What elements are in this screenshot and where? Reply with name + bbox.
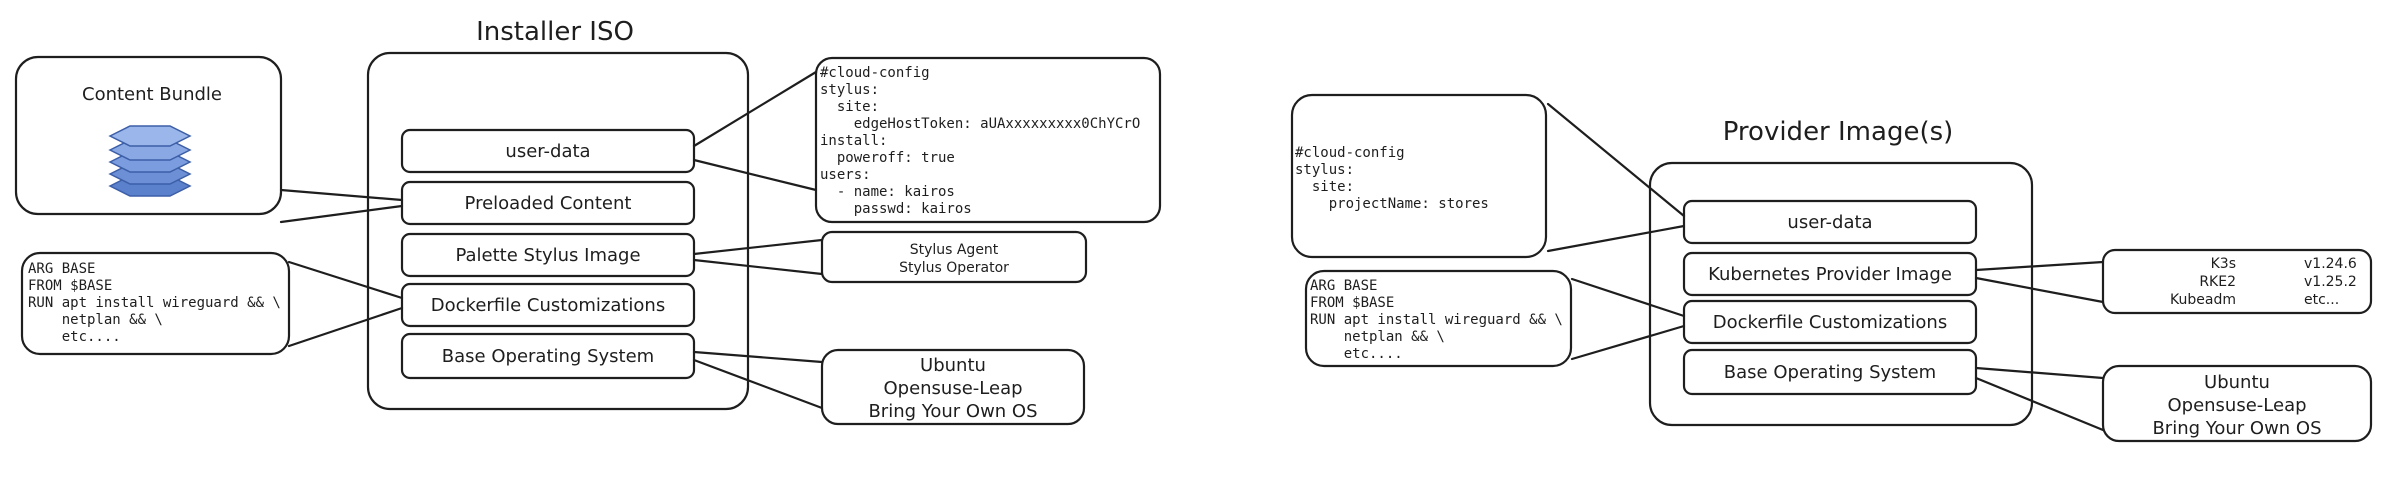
cloud-config-line: stylus: [1295,162,1354,178]
layer-label: Base Operating System [1724,362,1936,383]
os-note-line: Ubuntu [2204,372,2270,393]
provider-layer-dockerfile-customizations: Dockerfile Customizations [1682,299,1978,345]
os-note-line: Opensuse-Leap [2167,395,2306,416]
layer-label: user-data [505,141,590,162]
cloud-config-line: users: [820,167,871,183]
provider-cloud-config-note: #cloud-config stylus: site: projectName:… [1290,93,1548,259]
kubernetes-versions-note: K3s v1.24.6 RKE2 v1.25.2 Kubeadm etc... [2101,248,2373,315]
dockerfile-line: etc.... [28,329,121,345]
dockerfile-note: ARG BASE FROM $BASE RUN apt install wire… [20,251,291,356]
provider-dockerfile-note: ARG BASE FROM $BASE RUN apt install wire… [1304,269,1573,368]
dockerfile-line: netplan && \ [1310,329,1445,345]
connector-line [692,70,818,148]
provider-layer-user-data: user-data [1682,199,1978,245]
content-bundle-note: Content Bundle [14,55,283,216]
architecture-diagram: Content Bundle ARG BASE FROM $BASE RUN a… [14,17,2373,443]
cloud-config-note: #cloud-config stylus: site: edgeHostToke… [814,56,1162,224]
layer-user-data: user-data [400,128,696,174]
layer-palette-stylus-image: Palette Stylus Image [400,232,696,278]
connector-line [692,358,824,410]
k8s-distro-version: v1.25.2 [2304,274,2357,290]
cloud-config-line: edgeHostToken: aUAxxxxxxxxx0ChYCrO [820,116,1140,132]
cloud-config-line: site: [820,99,879,115]
connector-line [279,204,404,224]
connector-line [692,238,824,256]
cloud-config-line: #cloud-config [820,65,930,81]
connector-line [1546,224,1686,253]
k8s-distro-name: K3s [2211,256,2236,272]
connector-line [1570,324,1686,361]
provider-images-title: Provider Image(s) [1723,117,1954,147]
os-note-line: Bring Your Own OS [2152,418,2321,439]
layer-label: Base Operating System [442,346,654,367]
provider-layer-kubernetes-provider-image: Kubernetes Provider Image [1682,251,1978,297]
os-note-line: Ubuntu [920,355,986,376]
connector-line [692,350,824,364]
layer-base-operating-system: Base Operating System [400,332,696,380]
stylus-note: Stylus Agent Stylus Operator [820,230,1088,284]
k8s-distro-name: RKE2 [2199,274,2236,290]
connector-line [1974,376,2105,432]
provider-os-note: Ubuntu Opensuse-Leap Bring Your Own OS [2101,364,2373,443]
stylus-note-line: Stylus Operator [899,260,1009,276]
os-note: Ubuntu Opensuse-Leap Bring Your Own OS [820,348,1086,426]
cloud-config-line: passwd: kairos [820,201,972,217]
stack-icon [108,125,192,197]
dockerfile-line: RUN apt install wireguard && \ [28,295,281,311]
dockerfile-line: etc.... [1310,346,1403,362]
connector-line [1974,366,2105,380]
dockerfile-line: netplan && \ [28,312,163,328]
layer-label: user-data [1787,212,1872,233]
connector-line [287,260,404,300]
cloud-config-line: poweroff: true [820,150,955,166]
cloud-config-line: stylus: [820,82,879,98]
dockerfile-line: ARG BASE [1310,278,1377,294]
k8s-distro-name: Kubeadm [2170,292,2236,308]
dockerfile-line: ARG BASE [28,261,95,277]
cloud-config-line: - name: kairos [820,184,955,200]
os-note-line: Opensuse-Leap [883,378,1022,399]
installer-iso-title: Installer ISO [476,17,634,47]
layer-dockerfile-customizations: Dockerfile Customizations [400,282,696,328]
connector-line [1570,277,1686,318]
provider-layer-base-operating-system: Base Operating System [1682,348,1978,396]
cloud-config-line: site: [1295,179,1354,195]
connector-line [692,258,824,276]
connector-line [1974,276,2105,304]
os-note-line: Bring Your Own OS [868,401,1037,422]
layer-label: Dockerfile Customizations [431,295,665,316]
content-bundle-label: Content Bundle [82,84,222,105]
cloud-config-line: projectName: stores [1295,196,1489,212]
layer-label: Kubernetes Provider Image [1708,264,1952,285]
stylus-note-line: Stylus Agent [910,242,999,258]
layer-preloaded-content: Preloaded Content [400,180,696,226]
cloud-config-line: #cloud-config [1295,145,1405,161]
connector-line [287,306,404,348]
layer-label: Dockerfile Customizations [1713,312,1947,333]
cloud-config-line: install: [820,133,887,149]
dockerfile-line: FROM $BASE [1310,295,1394,311]
dockerfile-line: RUN apt install wireguard && \ [1310,312,1563,328]
k8s-distro-version: etc... [2304,292,2339,308]
connector-line [1974,260,2105,272]
k8s-distro-version: v1.24.6 [2304,256,2357,272]
connector-line [1546,102,1686,218]
layer-label: Palette Stylus Image [455,245,640,266]
layer-label: Preloaded Content [465,193,632,214]
dockerfile-line: FROM $BASE [28,278,112,294]
connector-line [692,158,818,192]
connector-line [279,188,404,202]
